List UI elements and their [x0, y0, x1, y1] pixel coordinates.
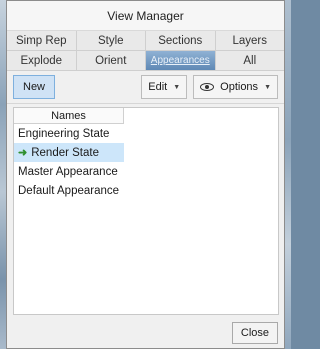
chevron-down-icon: ▼	[173, 83, 181, 91]
list-item-label: Master Appearance	[18, 165, 118, 178]
toolbar: New Edit ▼ Options ▼	[7, 71, 284, 104]
tab-explode[interactable]: Explode	[7, 51, 77, 71]
list-item-label: Default Appearance	[18, 184, 120, 197]
new-button[interactable]: New	[13, 75, 56, 99]
options-dropdown-button[interactable]: Options ▼	[193, 75, 278, 99]
title-bar[interactable]: View Manager	[7, 1, 284, 31]
appearance-list[interactable]: Names Engineering State ➜ Render State M…	[13, 107, 279, 315]
list-item[interactable]: Default Appearance	[14, 181, 124, 200]
list-item-label: Render State	[31, 146, 99, 159]
tab-sections[interactable]: Sections	[146, 31, 216, 51]
footer: Close	[7, 318, 284, 348]
options-label: Options	[220, 81, 259, 93]
tab-simp-rep[interactable]: Simp Rep	[7, 31, 77, 51]
tabs-row-1: Simp Rep Style Sections Layers	[7, 31, 284, 51]
tab-appearances[interactable]: Appearances	[146, 51, 216, 71]
close-button[interactable]: Close	[231, 322, 278, 344]
edit-label: Edit	[148, 81, 168, 93]
tabs-row-2: Explode Orient Appearances All	[7, 51, 284, 71]
active-arrow-icon: ➜	[18, 147, 28, 159]
eye-icon	[200, 83, 215, 91]
edit-dropdown-button[interactable]: Edit ▼	[141, 75, 188, 99]
list-item[interactable]: Master Appearance	[14, 162, 124, 181]
tab-layers[interactable]: Layers	[215, 31, 284, 51]
chevron-down-icon: ▼	[264, 83, 271, 91]
list-item-label: Engineering State	[18, 127, 110, 140]
names-column-header[interactable]: Names	[14, 108, 124, 124]
tab-orient[interactable]: Orient	[76, 51, 146, 71]
list-item[interactable]: ➜ Render State	[14, 143, 124, 162]
tab-all[interactable]: All	[215, 51, 284, 71]
list-item[interactable]: Engineering State	[14, 124, 124, 143]
window-title: View Manager	[107, 8, 184, 23]
view-manager-window: View Manager Simp Rep Style Sections Lay…	[6, 0, 285, 349]
tab-style[interactable]: Style	[76, 31, 146, 51]
